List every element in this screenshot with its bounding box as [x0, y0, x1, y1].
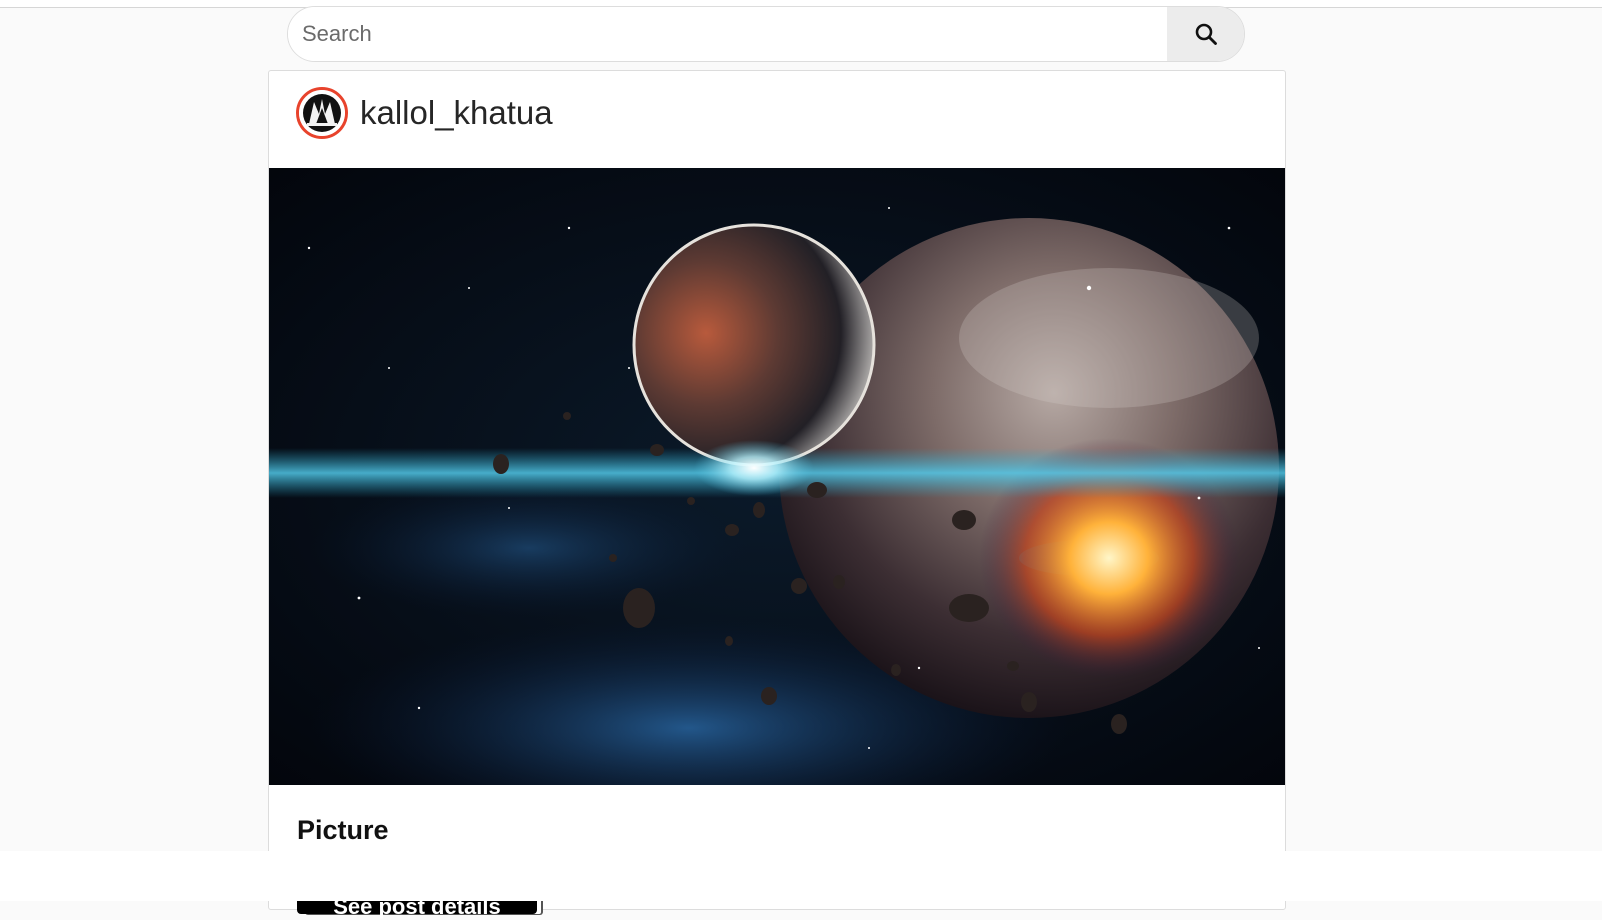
- post-caption-title: Picture: [297, 815, 389, 845]
- search-button[interactable]: [1167, 7, 1244, 61]
- avatar[interactable]: [296, 87, 348, 139]
- search-bar: [287, 6, 1245, 62]
- username-link[interactable]: kallol_khatua: [360, 94, 553, 132]
- avatar-icon: [299, 90, 345, 136]
- page-footer-band: [0, 851, 1602, 901]
- search-icon: [1195, 23, 1217, 45]
- post-header: kallol_khatua: [296, 85, 553, 141]
- search-input[interactable]: [288, 7, 1168, 61]
- post-image[interactable]: [269, 168, 1285, 785]
- post-card: kallol_khatua Picture See post details: [268, 70, 1286, 919]
